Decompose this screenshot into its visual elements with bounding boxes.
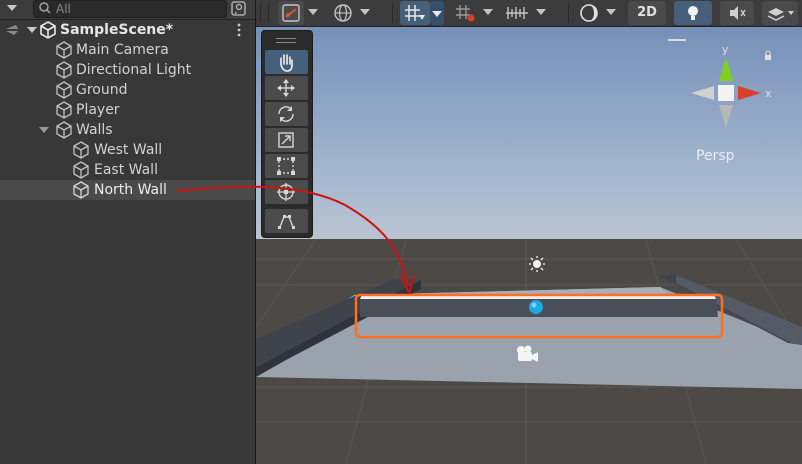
scene-row[interactable]: SampleScene* (0, 20, 255, 40)
effects-toggle-button[interactable] (762, 1, 798, 25)
separator (392, 3, 393, 23)
custom-tool-button[interactable] (265, 209, 308, 233)
gizmo-button[interactable] (278, 1, 304, 25)
2d-toggle-button[interactable]: 2D (628, 1, 666, 25)
grid-snap-icon (456, 5, 475, 22)
draw-mode-dropdown-icon[interactable] (606, 9, 616, 15)
grid-button[interactable] (400, 1, 430, 25)
item-label: West Wall (94, 142, 163, 158)
audio-toggle-button[interactable] (720, 1, 754, 25)
gameobject-cube-icon (56, 121, 72, 139)
hand-icon (280, 54, 293, 72)
toolbar-grip (260, 3, 261, 23)
rotate-tool-button[interactable] (265, 102, 308, 126)
gizmo-dropdown-icon[interactable] (308, 9, 318, 15)
globe-icon (334, 4, 352, 22)
search-input[interactable]: All (33, 0, 227, 18)
hierarchy-item-selected[interactable]: North Wall (0, 180, 255, 200)
item-label: East Wall (94, 162, 158, 178)
chevron-down-icon (432, 11, 442, 17)
rotate-icon (278, 106, 294, 122)
grid-snap-button[interactable] (452, 1, 478, 25)
light-icon (688, 6, 698, 20)
gameobject-cube-icon (73, 141, 89, 159)
more-options-icon[interactable] (234, 20, 244, 40)
item-label: Ground (76, 82, 128, 98)
scale-tool-button[interactable] (265, 128, 308, 152)
gameobject-cube-icon (56, 81, 72, 99)
gizmo-y-label: y (722, 43, 729, 56)
shading-sphere-icon (580, 4, 598, 22)
scene-name: SampleScene* (60, 22, 174, 38)
separator (568, 3, 569, 23)
transform-tool-button[interactable] (265, 180, 308, 204)
gameobject-cube-icon (56, 61, 72, 79)
increment-snap-icon (506, 7, 528, 19)
search-icon (39, 2, 51, 14)
scene-toolbar: 2D (256, 0, 802, 27)
hierarchy-item[interactable]: Player (0, 100, 255, 120)
grid-dropdown[interactable] (430, 1, 444, 25)
expand-arrow-icon[interactable] (38, 120, 50, 140)
increment-snap-button[interactable] (502, 1, 532, 25)
move-icon (277, 79, 295, 97)
hierarchy-item[interactable]: Directional Light (0, 60, 255, 80)
item-label: North Wall (94, 182, 167, 198)
item-label: Directional Light (76, 62, 192, 78)
2d-label: 2D (637, 5, 657, 20)
global-dropdown-icon[interactable] (360, 9, 370, 15)
toolbar-grip (268, 3, 269, 23)
gameobject-cube-icon (56, 41, 72, 59)
hand-tool-button[interactable] (265, 50, 308, 74)
lighting-toggle-button[interactable] (674, 1, 712, 25)
gameobject-cube-icon (56, 101, 72, 119)
gizmo-x-label: x (765, 87, 772, 100)
search-placeholder: All (56, 2, 71, 16)
gizmo-icon (282, 4, 300, 22)
increment-dropdown-icon[interactable] (536, 9, 546, 15)
hierarchy-toolbar: All (0, 0, 255, 20)
rect-tool-button[interactable] (265, 154, 308, 178)
snap-dropdown-icon[interactable] (483, 9, 493, 15)
transform-icon (277, 183, 295, 201)
hierarchy-item[interactable]: Walls (0, 120, 255, 140)
grid-icon (405, 5, 425, 21)
effects-layers-icon (767, 8, 794, 21)
unity-logo-icon (40, 21, 56, 39)
hierarchy-item[interactable]: East Wall (0, 160, 255, 180)
gizmo-menu-icon[interactable] (668, 39, 686, 41)
draw-mode-button[interactable] (576, 1, 602, 25)
hierarchy-item[interactable]: Main Camera (0, 40, 255, 60)
scene-viewport[interactable]: y x Persp (256, 27, 802, 464)
gameobject-cube-icon (73, 161, 89, 179)
gameobject-cube-icon (73, 181, 89, 199)
create-dropdown-icon[interactable] (2, 0, 24, 19)
scale-icon (278, 132, 294, 148)
projection-label[interactable]: Persp (696, 148, 735, 164)
move-tool-button[interactable] (265, 76, 308, 100)
item-label: Main Camera (76, 42, 169, 58)
rect-icon (277, 157, 295, 175)
item-label: Player (76, 102, 120, 118)
global-button[interactable] (330, 1, 356, 25)
scene-render: y x Persp (256, 27, 802, 464)
custom-tool-icon (278, 215, 295, 229)
audio-icon (730, 6, 746, 20)
expand-arrow-icon[interactable] (26, 20, 38, 40)
hierarchy-item[interactable]: West Wall (0, 140, 255, 160)
hierarchy-item[interactable]: Ground (0, 80, 255, 100)
hierarchy-panel: All SampleScene* Main Camera Directional… (0, 0, 255, 464)
item-label: Walls (76, 122, 113, 138)
tools-overlay (261, 30, 313, 238)
overlay-grip[interactable] (276, 38, 296, 43)
search-by-type-icon[interactable] (230, 0, 248, 18)
